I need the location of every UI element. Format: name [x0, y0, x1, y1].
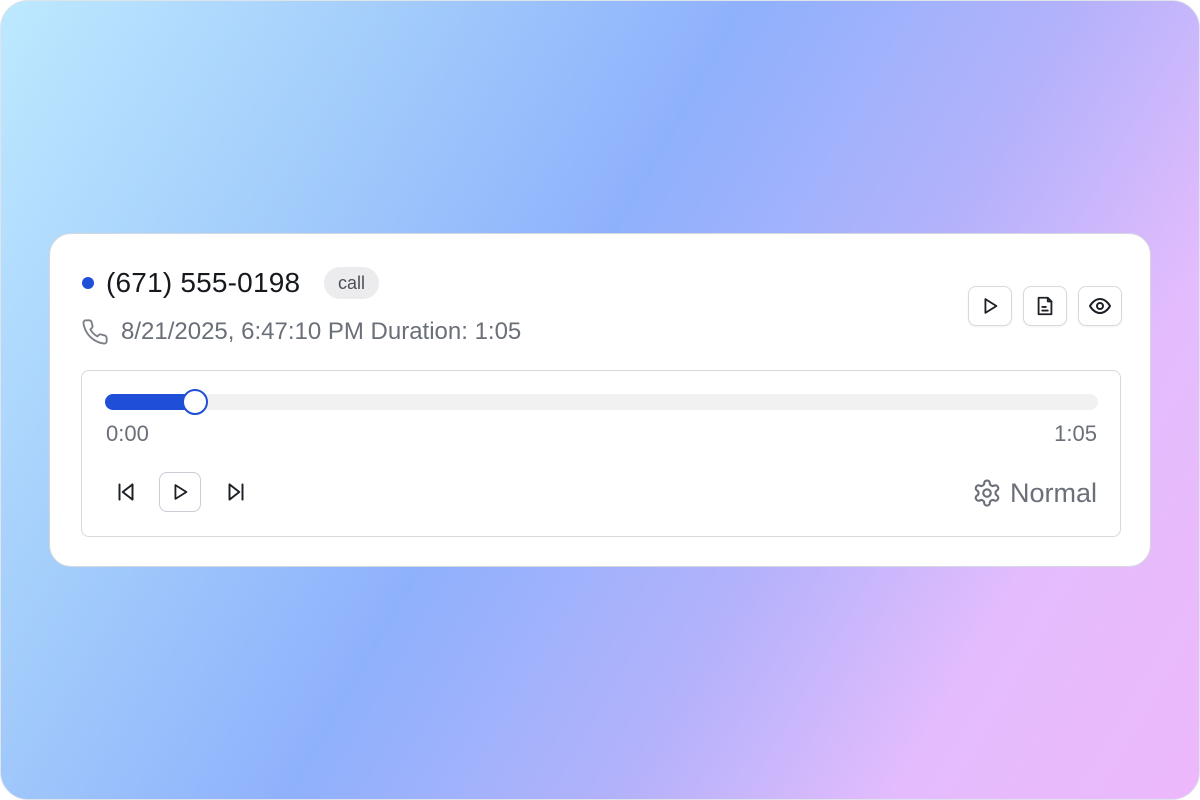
- play-pause-button[interactable]: [159, 472, 201, 512]
- recording-card: (671) 555-0198 call 8/21/2025, 6:47:10 P…: [49, 233, 1151, 567]
- transcript-icon: [1037, 296, 1053, 316]
- play-action-button[interactable]: [968, 286, 1012, 326]
- play-icon: [984, 298, 998, 314]
- audio-player: 0:00 1:05 Normal: [81, 370, 1121, 537]
- transcript-button[interactable]: [1023, 286, 1067, 326]
- skip-back-button[interactable]: [105, 472, 147, 512]
- eye-icon: [1089, 298, 1111, 314]
- total-time: 1:05: [1054, 421, 1097, 446]
- progress-track[interactable]: [105, 389, 1098, 415]
- recording-title: (671) 555-0198: [106, 267, 301, 298]
- playback-speed-button[interactable]: Normal: [972, 475, 1097, 511]
- progress-thumb[interactable]: [182, 389, 209, 415]
- skip-forward-button[interactable]: [215, 472, 257, 512]
- phone-icon: [82, 319, 108, 345]
- skip-back-icon: [118, 483, 134, 501]
- playback-speed-label: Normal: [1009, 478, 1097, 508]
- type-badge: call: [324, 267, 380, 299]
- recording-meta: 8/21/2025, 6:47:10 PM Duration: 1:05: [121, 318, 522, 345]
- background-frame: (671) 555-0198 call 8/21/2025, 6:47:10 P…: [0, 0, 1200, 800]
- status-dot: [82, 277, 94, 289]
- current-time: 0:00: [106, 421, 149, 446]
- skip-forward-icon: [228, 483, 244, 501]
- progress-fill: [105, 394, 195, 410]
- gear-icon: [974, 479, 1000, 507]
- play-icon: [174, 484, 188, 500]
- view-button[interactable]: [1078, 286, 1122, 326]
